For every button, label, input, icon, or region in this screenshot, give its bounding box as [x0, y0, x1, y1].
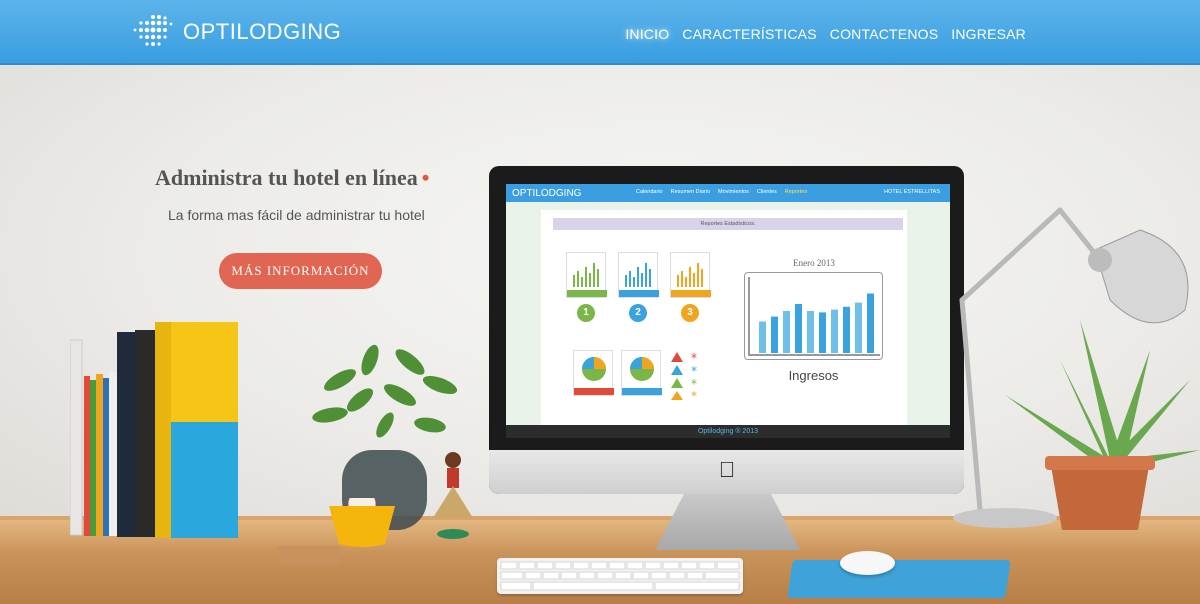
nav-caracteristicas[interactable]: CARACTERÍSTICAS [682, 26, 816, 42]
report-bar-chart [748, 277, 880, 356]
screen-link-movimientos: Movimientos [718, 189, 749, 195]
svg-text:*: * [691, 389, 697, 400]
badge-3: 3 [681, 304, 699, 322]
hero-subtitle: La forma mas fácil de administrar tu hot… [168, 207, 425, 223]
brand-logo[interactable]: OPTILODGING [131, 13, 341, 51]
screen-footer: Optilodging ® 2013 [506, 425, 950, 438]
cup-illustration [329, 498, 395, 547]
books-illustration [70, 322, 238, 538]
screen-link-calendario: Calendario [636, 189, 663, 195]
report-bar [855, 302, 862, 353]
monitor-screen: OPTILODGING Calendario Resumen Diario Mo… [506, 184, 950, 438]
report-month: Enero 2013 [793, 258, 835, 268]
apple-logo-icon:  [717, 458, 737, 482]
wood-block [278, 546, 340, 564]
screen-link-clientes: Clientes [756, 189, 777, 195]
hero-title: Administra tu hotel en línea • [155, 165, 430, 191]
report-chart-frame [744, 272, 883, 360]
nav-inicio[interactable]: INICIO [625, 26, 669, 42]
report-doc-orange-icon [670, 252, 711, 298]
nav-contactenos[interactable]: CONTACTENOS [830, 26, 939, 42]
screen-brand: OPTILODGING [512, 187, 582, 199]
screen-panel: Reportes Estadísticos. 1 2 3 * * * * Ene… [541, 210, 907, 428]
report-doc-blue-icon [618, 252, 659, 298]
aloe-plant-illustration [1005, 320, 1200, 530]
pie-doc-blue-icon [621, 350, 662, 396]
badge-1: 1 [577, 304, 595, 322]
title-dot-icon: • [421, 165, 430, 190]
report-bar [831, 309, 838, 353]
more-info-button[interactable]: MÁS INFORMACIÓN [219, 253, 382, 289]
report-doc-green-icon [566, 252, 607, 298]
report-bar [843, 306, 850, 353]
screen-navbar: OPTILODGING Calendario Resumen Diario Mo… [506, 184, 950, 202]
report-bar [771, 316, 778, 353]
brand-name: OPTILODGING [183, 19, 342, 44]
badge-2: 2 [629, 304, 647, 322]
symbols-icon: * * * * [671, 352, 697, 400]
mouse-illustration [840, 551, 895, 575]
screen-link-resumen: Resumen Diario [670, 189, 711, 195]
main-nav: INICIO CARACTERÍSTICAS CONTACTENOS INGRE… [625, 26, 1026, 42]
report-bar [819, 312, 826, 353]
report-label: Ingresos [788, 368, 839, 383]
screen-link-reportes: Reportes [784, 189, 808, 195]
hero-title-text: Administra tu hotel en línea [155, 165, 418, 190]
pie-doc-red-icon [573, 350, 614, 396]
mousepad [787, 560, 1011, 598]
figure-illustration [433, 452, 473, 539]
top-navbar: OPTILODGING INICIO CARACTERÍSTICAS CONTA… [0, 0, 1200, 65]
nav-ingresar[interactable]: INGRESAR [951, 26, 1026, 42]
report-bar [867, 293, 874, 353]
report-bar [795, 304, 802, 353]
report-bar [759, 321, 766, 353]
report-bar [783, 311, 790, 353]
report-bar [807, 311, 814, 353]
screen-panel-heading: Reportes Estadísticos. [553, 218, 903, 230]
keyboard-illustration [497, 558, 743, 594]
screen-nav-links: Calendario Resumen Diario Movimientos Cl… [636, 189, 807, 195]
svg-text:*: * [691, 364, 697, 378]
logo-dots-icon [133, 15, 173, 46]
